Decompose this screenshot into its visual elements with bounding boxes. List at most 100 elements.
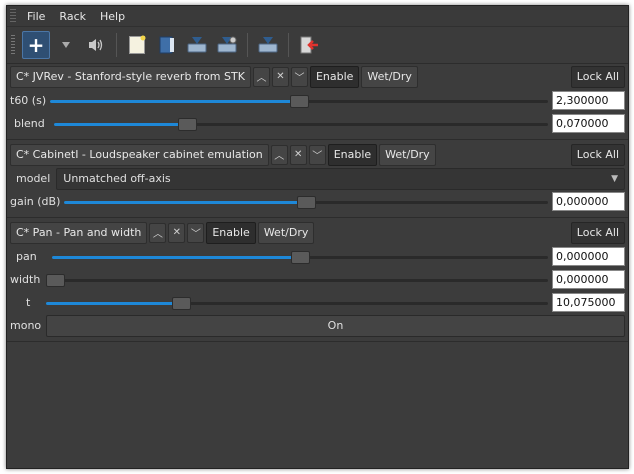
- open-rack-button[interactable]: [153, 31, 181, 59]
- control-row-t: t 10,075000: [7, 291, 628, 314]
- slider-thumb[interactable]: [289, 94, 309, 108]
- plus-icon: +: [27, 33, 45, 57]
- toolbar: +: [7, 27, 628, 64]
- enable-toggle[interactable]: Enable: [206, 221, 256, 244]
- enable-toggle[interactable]: Enable: [309, 65, 360, 88]
- control-row-model: model Unmatched off-axis ▼: [7, 167, 628, 190]
- plugin-cabineti: C* CabinetI - Loudspeaker cabinet emulat…: [7, 140, 628, 218]
- save-as-rack-button[interactable]: [213, 31, 241, 59]
- wet-dry-toggle[interactable]: Wet/Dry: [257, 221, 315, 244]
- quit-button[interactable]: [295, 31, 323, 59]
- close-icon: ✕: [294, 149, 303, 160]
- width-slider[interactable]: [46, 272, 548, 288]
- control-label: pan: [16, 250, 37, 263]
- lock-all-button[interactable]: Lock All: [570, 143, 625, 166]
- chevron-down-icon: ▼: [611, 173, 618, 184]
- slider-thumb[interactable]: [171, 296, 191, 310]
- speaker-icon: [89, 39, 103, 51]
- enable-toggle[interactable]: Enable: [327, 143, 378, 166]
- save-preset-icon: [258, 37, 278, 53]
- chevron-down-icon: ﹀: [190, 229, 201, 240]
- lock-all-button[interactable]: Lock All: [570, 65, 625, 88]
- menu-file[interactable]: File: [20, 10, 52, 23]
- move-down-button[interactable]: ﹀: [187, 222, 205, 243]
- dropdown-arrow-icon: [62, 42, 70, 48]
- remove-button[interactable]: ✕: [271, 66, 289, 87]
- t60-slider[interactable]: [50, 93, 548, 109]
- chevron-up-icon: ︿: [152, 229, 163, 240]
- menubar-grip: [10, 9, 16, 23]
- save-as-icon: [217, 36, 237, 53]
- plugin-name[interactable]: C* CabinetI - Loudspeaker cabinet emulat…: [10, 143, 269, 166]
- remove-button[interactable]: ✕: [289, 144, 307, 165]
- move-down-button[interactable]: ﹀: [290, 66, 308, 87]
- toolbar-separator: [116, 33, 117, 57]
- width-value-field[interactable]: 0,000000: [552, 270, 625, 289]
- wet-dry-toggle[interactable]: Wet/Dry: [379, 143, 436, 166]
- lock-all-button[interactable]: Lock All: [570, 221, 625, 244]
- new-document-icon: [129, 35, 146, 54]
- pan-slider[interactable]: [52, 249, 548, 265]
- gain-value-field[interactable]: 0,000000: [552, 192, 625, 211]
- move-up-button[interactable]: ︿: [252, 66, 270, 87]
- control-row-blend: blend 0,070000: [7, 112, 628, 135]
- control-label: width: [10, 273, 41, 286]
- add-plugin-button[interactable]: +: [22, 31, 50, 59]
- toolbar-separator: [288, 33, 289, 57]
- control-row-mono: mono On: [7, 314, 628, 337]
- move-down-button[interactable]: ﹀: [308, 144, 326, 165]
- app-window: File Rack Help + C* JVRev - Stanford-sty…: [6, 5, 629, 469]
- save-preset-button[interactable]: [254, 31, 282, 59]
- control-label: t: [26, 296, 31, 309]
- toolbar-grip: [11, 35, 15, 55]
- control-label: gain (dB): [10, 195, 61, 208]
- plugin-pan: C* Pan - Pan and width ︿ ✕ ﹀ Enable Wet/…: [7, 218, 628, 342]
- plugin-header: C* Pan - Pan and width ︿ ✕ ﹀ Enable Wet/…: [7, 220, 628, 245]
- plugin-name[interactable]: C* JVRev - Stanford-style reverb from ST…: [10, 65, 251, 88]
- mono-toggle[interactable]: On: [46, 314, 625, 337]
- save-rack-button[interactable]: [183, 31, 211, 59]
- plugin-jvrev: C* JVRev - Stanford-style reverb from ST…: [7, 64, 628, 140]
- pan-value-field[interactable]: 0,000000: [552, 247, 625, 266]
- chevron-up-icon: ︿: [274, 151, 285, 162]
- blend-value-field[interactable]: 0,070000: [552, 114, 625, 133]
- save-icon: [187, 37, 207, 53]
- control-row-gain: gain (dB) 0,000000: [7, 190, 628, 213]
- add-plugin-menu-button[interactable]: [52, 31, 80, 59]
- wet-dry-toggle[interactable]: Wet/Dry: [361, 65, 418, 88]
- control-row-t60: t60 (s) 2,300000: [7, 89, 628, 112]
- chevron-up-icon: ︿: [256, 73, 267, 84]
- chevron-down-icon: ﹀: [294, 73, 305, 84]
- control-label: model: [16, 172, 51, 185]
- t-value-field[interactable]: 10,075000: [552, 293, 625, 312]
- slider-thumb[interactable]: [177, 117, 197, 131]
- slider-thumb[interactable]: [46, 273, 65, 287]
- control-label: t60 (s): [10, 94, 47, 107]
- control-label: mono: [10, 319, 42, 332]
- blend-slider[interactable]: [54, 116, 548, 132]
- t60-value-field[interactable]: 2,300000: [552, 91, 625, 110]
- control-row-width: width 0,000000: [7, 268, 628, 291]
- plugin-name[interactable]: C* Pan - Pan and width: [10, 221, 148, 244]
- t-slider[interactable]: [46, 295, 548, 311]
- new-rack-button[interactable]: [123, 31, 151, 59]
- chevron-down-icon: ﹀: [312, 151, 323, 162]
- move-up-button[interactable]: ︿: [149, 222, 167, 243]
- select-value: Unmatched off-axis: [63, 172, 171, 185]
- move-up-button[interactable]: ︿: [270, 144, 288, 165]
- slider-thumb[interactable]: [296, 195, 316, 209]
- plugin-header: C* CabinetI - Loudspeaker cabinet emulat…: [7, 142, 628, 167]
- model-select[interactable]: Unmatched off-axis ▼: [56, 167, 625, 190]
- remove-button[interactable]: ✕: [168, 222, 186, 243]
- menu-rack[interactable]: Rack: [52, 10, 93, 23]
- open-book-icon: [159, 36, 174, 54]
- slider-thumb[interactable]: [290, 250, 310, 264]
- plugin-header: C* JVRev - Stanford-style reverb from ST…: [7, 64, 628, 89]
- menu-help[interactable]: Help: [93, 10, 132, 23]
- volume-button[interactable]: [82, 31, 110, 59]
- close-icon: ✕: [172, 227, 182, 238]
- toolbar-separator: [247, 33, 248, 57]
- control-label: blend: [14, 117, 45, 130]
- menubar: File Rack Help: [7, 6, 628, 27]
- gain-slider[interactable]: [64, 194, 548, 210]
